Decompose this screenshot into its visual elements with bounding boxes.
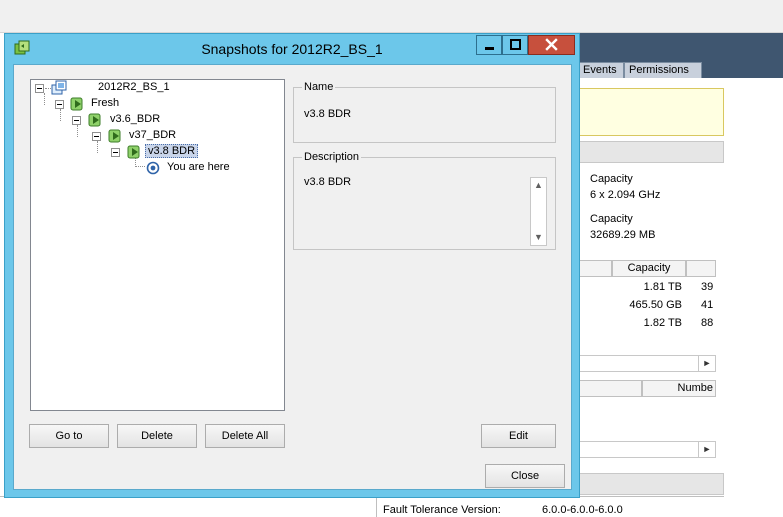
- snapshot-icon: [70, 97, 83, 111]
- you-are-here-icon: [146, 161, 160, 175]
- network-col-header-number[interactable]: Numbe: [642, 380, 716, 397]
- description-group: Description v3.8 BDR ▲ ▼: [293, 151, 556, 250]
- snapshot-icon: [88, 113, 101, 127]
- background-section-header: [578, 141, 724, 163]
- name-group: Name v3.8 BDR: [293, 81, 556, 143]
- minimize-icon: [485, 47, 494, 50]
- background-toolbar: [0, 0, 783, 33]
- tab-events[interactable]: Events: [578, 62, 624, 78]
- storage-col-header-capacity[interactable]: Capacity: [612, 260, 686, 277]
- chevron-down-icon[interactable]: ▼: [531, 230, 546, 245]
- memory-capacity-value: 32689.29 MB: [590, 229, 656, 241]
- tree-item-snapshot[interactable]: v3.6_BDR: [31, 112, 281, 128]
- collapse-icon[interactable]: [111, 148, 120, 157]
- tree-item-current-state[interactable]: You are here: [31, 160, 281, 176]
- description-vertical-scrollbar[interactable]: ▲ ▼: [530, 177, 547, 246]
- edit-button[interactable]: Edit: [481, 424, 556, 448]
- goto-button[interactable]: Go to: [29, 424, 109, 448]
- close-button[interactable]: Close: [485, 464, 565, 488]
- storage-capacity-cell: 1.81 TB: [643, 281, 682, 293]
- snapshot-name-value: v3.8 BDR: [304, 108, 352, 120]
- minimize-button[interactable]: [476, 35, 502, 55]
- snapshot-manager-dialog: Snapshots for 2012R2_BS_1 2012R2_BS_1 Fr…: [4, 33, 580, 498]
- title-bar[interactable]: Snapshots for 2012R2_BS_1: [5, 34, 579, 64]
- background-section-header-2: [578, 473, 724, 495]
- storage-col-header-free[interactable]: [686, 260, 716, 277]
- collapse-icon[interactable]: [92, 132, 101, 141]
- tree-item-snapshot[interactable]: Fresh: [31, 96, 281, 112]
- maximize-icon: [510, 39, 521, 50]
- tree-item-label: Fresh: [91, 97, 120, 109]
- cpu-capacity-value: 6 x 2.094 GHz: [590, 189, 661, 201]
- tree-item-label: 2012R2_BS_1: [98, 81, 170, 93]
- tree-item-label: v3.8 BDR: [145, 144, 199, 158]
- snapshot-icon: [108, 129, 121, 143]
- chevron-right-icon[interactable]: ►: [698, 356, 715, 371]
- storage-free-cell: 39: [701, 281, 714, 293]
- network-horizontal-scrollbar[interactable]: ►: [578, 441, 716, 458]
- background-notice: [578, 88, 724, 136]
- tree-item-snapshot-selected[interactable]: v3.8 BDR: [31, 144, 281, 160]
- close-icon: [545, 38, 558, 51]
- snapshot-tree[interactable]: 2012R2_BS_1 Fresh v3.6_BDR v37_BDR v3.8 …: [30, 79, 285, 411]
- tab-permissions[interactable]: Permissions: [624, 62, 702, 78]
- fault-tolerance-value: 6.0.0-6.0.0-6.0.0: [542, 504, 623, 516]
- dialog-client-area: 2012R2_BS_1 Fresh v3.6_BDR v37_BDR v3.8 …: [13, 64, 572, 490]
- network-col-header-blank[interactable]: [578, 380, 642, 397]
- delete-button[interactable]: Delete: [117, 424, 197, 448]
- tree-item-label: You are here: [167, 161, 230, 173]
- tree-item-snapshot[interactable]: v37_BDR: [31, 128, 281, 144]
- collapse-icon[interactable]: [35, 84, 44, 93]
- description-group-label: Description: [302, 151, 362, 163]
- cpu-capacity-label: Capacity: [590, 173, 633, 185]
- virtual-machine-icon: [51, 80, 67, 95]
- snapshot-description-value: v3.8 BDR: [304, 176, 352, 188]
- chevron-right-icon[interactable]: ►: [698, 442, 715, 457]
- background-bottom-left-panel: [0, 496, 376, 517]
- storage-horizontal-scrollbar[interactable]: ►: [578, 355, 716, 372]
- snapshot-icon: [127, 145, 140, 159]
- storage-capacity-cell: 465.50 GB: [629, 299, 682, 311]
- collapse-icon[interactable]: [55, 100, 64, 109]
- background-bottom-right-panel: Fault Tolerance Version: 6.0.0-6.0.0-6.0…: [376, 496, 724, 517]
- close-window-button[interactable]: [528, 35, 575, 55]
- name-group-label: Name: [302, 81, 336, 93]
- collapse-icon[interactable]: [72, 116, 81, 125]
- storage-col-header-blank[interactable]: [578, 260, 612, 277]
- memory-capacity-label: Capacity: [590, 213, 633, 225]
- tree-item-label: v3.6_BDR: [110, 113, 161, 125]
- storage-free-cell: 41: [701, 299, 714, 311]
- delete-all-button[interactable]: Delete All: [205, 424, 285, 448]
- maximize-button[interactable]: [502, 35, 528, 55]
- chevron-up-icon[interactable]: ▲: [531, 178, 546, 193]
- fault-tolerance-label: Fault Tolerance Version:: [383, 504, 501, 516]
- storage-capacity-cell: 1.82 TB: [643, 317, 682, 329]
- tree-item-label: v37_BDR: [129, 129, 177, 141]
- storage-free-cell: 88: [701, 317, 714, 329]
- tree-item-root[interactable]: 2012R2_BS_1: [31, 80, 281, 96]
